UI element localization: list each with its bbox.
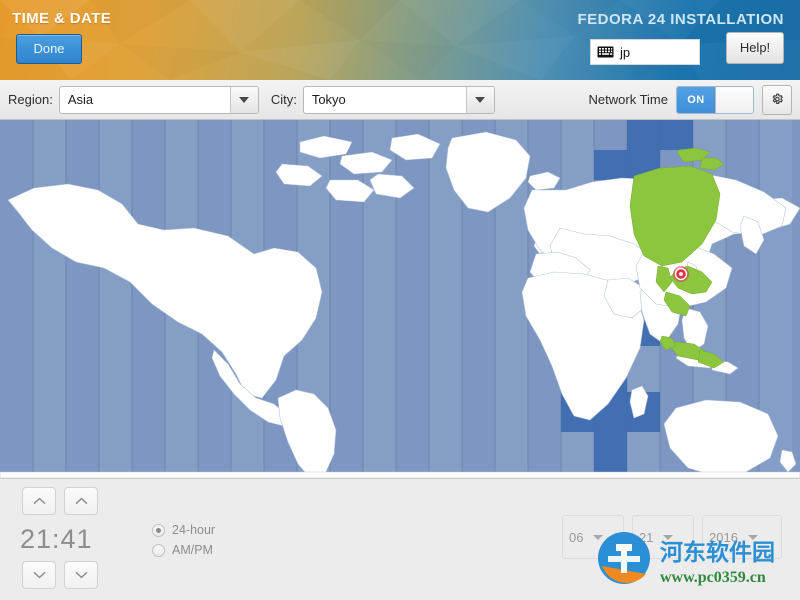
help-button[interactable]: Help! xyxy=(726,32,784,64)
day-value: 21 xyxy=(639,529,654,545)
chevron-down-icon xyxy=(593,534,604,540)
keyboard-layout-indicator[interactable]: jp xyxy=(590,39,700,65)
region-select[interactable]: Asia xyxy=(58,85,259,114)
time-format-radio-group: 24-hour AM/PM xyxy=(152,523,215,563)
day-select[interactable]: 21 xyxy=(632,515,694,559)
city-select[interactable]: Tokyo xyxy=(302,85,495,114)
keyboard-layout-label: jp xyxy=(620,44,631,60)
network-time-toggle-knob xyxy=(715,86,753,113)
minute-decrement-button[interactable] xyxy=(64,561,98,589)
city-value: Tokyo xyxy=(311,92,346,107)
region-dropdown-arrow[interactable] xyxy=(229,86,258,113)
keyboard-icon xyxy=(597,46,614,58)
chevron-down-icon xyxy=(239,96,250,103)
radio-24-hour-label: 24-hour xyxy=(172,523,216,537)
chevron-down-icon xyxy=(747,534,758,540)
gear-icon xyxy=(772,93,783,104)
page-title: TIME & DATE xyxy=(12,10,112,27)
network-time-toggle-state: ON xyxy=(677,86,715,113)
network-time-toggle[interactable]: ON xyxy=(676,85,754,114)
hour-increment-button[interactable] xyxy=(22,487,56,515)
radio-am-pm[interactable]: AM/PM xyxy=(152,543,215,557)
time-display: 21:41 xyxy=(20,524,93,554)
watermark-url: www.pc0359.cn xyxy=(660,569,766,586)
app-header: TIME & DATE Done FEDORA 24 INSTALLATION xyxy=(0,0,800,80)
network-time-label: Network Time xyxy=(588,92,668,107)
month-value: 06 xyxy=(569,529,584,545)
radio-24-hour-indicator xyxy=(152,523,165,537)
radio-am-pm-indicator xyxy=(152,543,165,557)
year-value: 2016 xyxy=(709,529,738,545)
hour-decrement-button[interactable] xyxy=(22,561,56,589)
chevron-down-icon xyxy=(33,572,45,579)
timezone-toolbar: Region: Asia City: Tokyo Network Time ON xyxy=(0,80,800,120)
ntp-settings-button[interactable] xyxy=(762,84,792,115)
timezone-map[interactable] xyxy=(0,120,800,478)
world-map-svg xyxy=(0,120,800,478)
region-value: Asia xyxy=(67,92,94,107)
selected-city-marker xyxy=(673,266,689,282)
chevron-down-icon xyxy=(475,96,486,103)
year-select[interactable]: 2016 xyxy=(702,515,782,559)
datetime-controls-bar: 21:41 24-hour AM/PM 06 21 2016 河东软件园 www… xyxy=(0,478,800,600)
chevron-up-icon xyxy=(75,497,87,504)
chevron-down-icon xyxy=(75,572,87,579)
city-dropdown-arrow[interactable] xyxy=(465,86,494,113)
month-select[interactable]: 06 xyxy=(562,515,624,559)
radio-24-hour[interactable]: 24-hour xyxy=(152,523,215,537)
region-label: Region: xyxy=(8,92,53,107)
chevron-up-icon xyxy=(33,497,45,504)
minute-increment-button[interactable] xyxy=(64,487,98,515)
installer-brand: FEDORA 24 INSTALLATION xyxy=(577,11,784,28)
done-button[interactable]: Done xyxy=(16,34,82,64)
chevron-down-icon xyxy=(663,534,674,540)
time-date-screen: TIME & DATE Done FEDORA 24 INSTALLATION xyxy=(0,0,800,600)
radio-am-pm-label: AM/PM xyxy=(172,543,213,557)
city-label: City: xyxy=(270,92,297,107)
date-selectors: 06 21 2016 xyxy=(562,515,782,559)
